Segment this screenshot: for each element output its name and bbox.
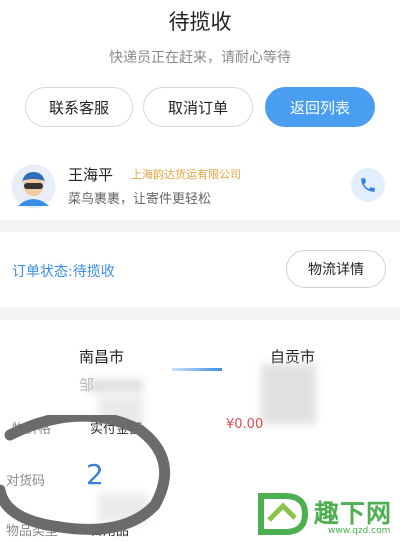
header-section: 待揽收 快递员正在赶来，请耐心等待 联系客服 取消订单 返回列表 <box>0 0 400 150</box>
shipment-detail-card: 南昌市 邹 自贡市 物价格 实付金额 ¥0.00 对货码 物品类型 日用品 2 … <box>0 320 400 542</box>
courier-card: 王海平 上海韵达货运有限公司 菜鸟裹裹，让寄件更轻松 <box>0 150 400 220</box>
order-status-text: 订单状态:待揽收 <box>12 264 115 280</box>
watermark-logo <box>258 493 309 535</box>
courier-slogan: 菜鸟裹裹，让寄件更轻松 <box>68 192 212 207</box>
courier-name: 王海平 <box>68 166 114 184</box>
cancel-order-button[interactable]: 取消订单 <box>143 87 253 127</box>
origin-city: 南昌市 <box>79 348 125 366</box>
annotation-number: 2 <box>86 458 104 491</box>
watermark-url: www.qzd.com <box>328 526 391 536</box>
route-arrow-icon <box>172 368 222 371</box>
page-subtitle: 快递员正在赶来，请耐心等待 <box>109 50 291 66</box>
call-courier-button[interactable] <box>351 168 385 202</box>
watermark-text: 趣下网 <box>314 499 393 528</box>
page-title: 待揽收 <box>168 10 232 34</box>
payment-amount: ¥0.00 <box>226 417 264 432</box>
courier-company: 上海韵达货运有限公司 <box>131 168 241 181</box>
blurred-address-destination <box>261 364 316 424</box>
phone-icon <box>361 178 375 192</box>
order-status-row: 订单状态:待揽收 物流详情 <box>0 232 400 307</box>
courier-avatar <box>11 164 56 209</box>
contact-service-button[interactable]: 联系客服 <box>25 87 133 127</box>
logistics-detail-button[interactable]: 物流详情 <box>286 250 386 288</box>
back-to-list-button[interactable]: 返回列表 <box>265 87 375 127</box>
